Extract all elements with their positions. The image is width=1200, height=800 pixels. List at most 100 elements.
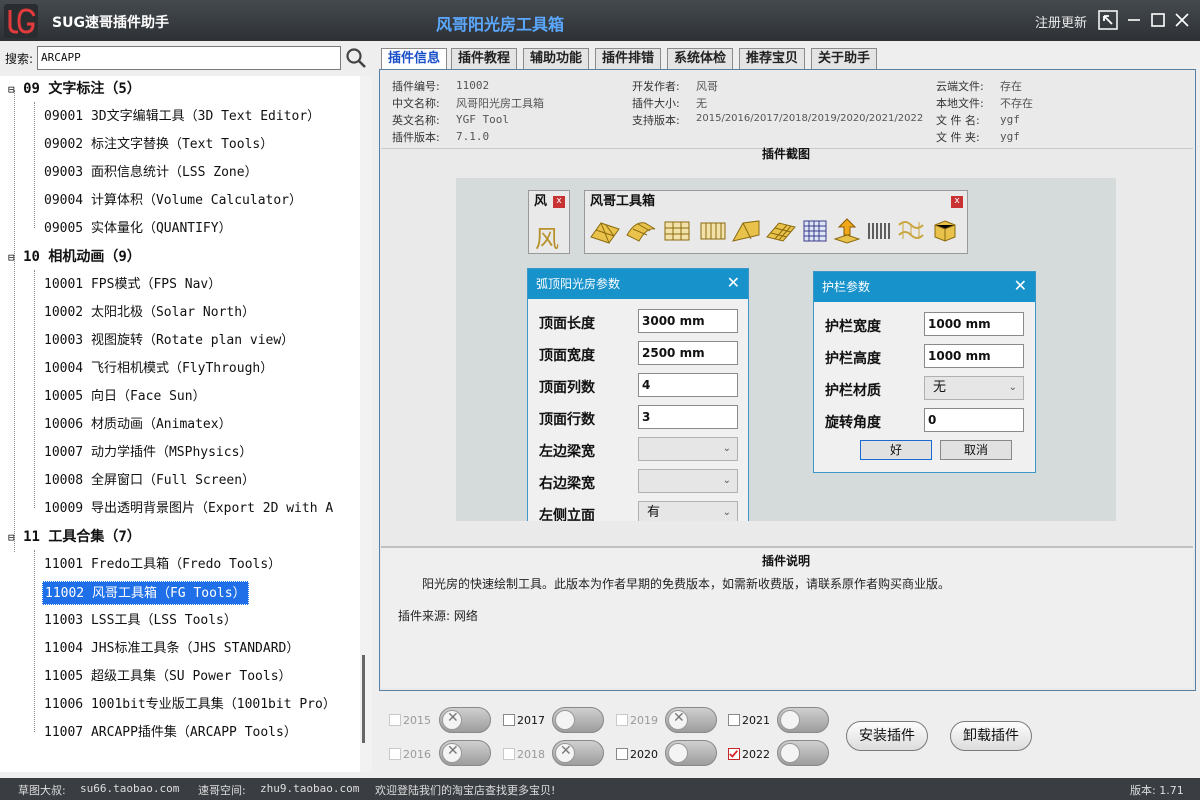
- tree-item-10006[interactable]: 10006 材质动画（Animatex）: [44, 413, 232, 437]
- info-value: ygf: [1000, 113, 1020, 126]
- status-bar: 草图大叔: su66.taobao.com 速哥空间: zhu9.taobao.…: [0, 778, 1200, 800]
- panel-array-icon: [766, 222, 796, 242]
- version-label-2015: 2015: [403, 714, 431, 727]
- maximize-icon[interactable]: [1148, 10, 1168, 30]
- tree-item-10007[interactable]: 10007 动力学插件（MSPhysics）: [44, 441, 252, 465]
- toggle-2016[interactable]: ✕: [439, 740, 491, 766]
- cancel-button: 取消: [940, 440, 1012, 460]
- top-width-input: 2500 mm: [638, 341, 738, 365]
- version-label-2021: 2021: [742, 714, 770, 727]
- railing-width-input: 1000 mm: [924, 312, 1024, 336]
- tab-tutorial[interactable]: 插件教程: [451, 48, 518, 70]
- tree-item-10002[interactable]: 10002 太阳北极（Solar North）: [44, 301, 255, 325]
- rotation-input: 0: [924, 408, 1024, 432]
- ok-button: 好: [860, 440, 932, 460]
- tree-item-10005[interactable]: 10005 向日（Face Sun）: [44, 385, 206, 409]
- search-input[interactable]: ARCAPP: [37, 46, 341, 70]
- close-icon[interactable]: [1172, 10, 1192, 30]
- tab-system-check[interactable]: 系统体检: [667, 48, 734, 70]
- screenshot-title: 插件截图: [762, 147, 811, 161]
- tree-group-11[interactable]: ⊟ 11 工具合集（7）: [8, 525, 141, 549]
- tree-line: [34, 270, 35, 508]
- tree-item-10004[interactable]: 10004 飞行相机模式（FlyThrough）: [44, 357, 273, 381]
- tree-item-11007[interactable]: 11007 ARCAPP插件集（ARCAPP Tools）: [44, 721, 297, 745]
- version-label-2020: 2020: [630, 748, 658, 761]
- roof-grid-icon: [590, 222, 620, 244]
- checkbox-2019[interactable]: [616, 714, 628, 726]
- toggle-2019[interactable]: ✕: [665, 707, 717, 733]
- tree-item-09003[interactable]: 09003 面积信息统计（LSS Zone）: [44, 161, 258, 185]
- dialog-close-icon: ✕: [1013, 276, 1027, 295]
- tree-item-11006[interactable]: 11006 1001bit专业版工具集（1001bit Pro）: [44, 693, 336, 717]
- tab-aux[interactable]: 辅助功能: [523, 48, 590, 70]
- field-label: 左侧立面: [539, 508, 595, 521]
- field-label: 右边梁宽: [539, 476, 595, 492]
- plugin-title: 风哥阳光房工具箱: [436, 15, 565, 34]
- tree-item-09004[interactable]: 09004 计算体积（Volume Calculator）: [44, 189, 302, 213]
- plugin-tree[interactable]: ⊟ 09 文字标注（5） 09001 3D文字编辑工具（3D Text Edit…: [0, 76, 360, 772]
- fg-toolbar-title: 风哥工具箱: [590, 194, 656, 209]
- checkbox-2016[interactable]: [389, 748, 401, 760]
- status-uncle-url[interactable]: su66.taobao.com: [80, 782, 179, 795]
- tab-troubleshoot[interactable]: 插件排错: [595, 48, 662, 70]
- toggle-2022[interactable]: [777, 740, 829, 766]
- tree-item-10001[interactable]: 10001 FPS模式（FPS Nav）: [44, 273, 221, 297]
- info-key: 文 件 名:: [936, 114, 980, 127]
- checkbox-2020[interactable]: [616, 748, 628, 760]
- railing-height-input: 1000 mm: [924, 344, 1024, 368]
- tree-item-11005[interactable]: 11005 超级工具集（SU Power Tools）: [44, 665, 292, 689]
- fg-toolbar: 风哥工具箱 x: [584, 190, 968, 254]
- checkbox-2017[interactable]: [503, 714, 515, 726]
- tree-item-09001[interactable]: 09001 3D文字编辑工具（3D Text Editor）: [44, 105, 320, 129]
- info-key: 中文名称:: [392, 97, 440, 110]
- minimize-icon[interactable]: [1124, 10, 1144, 30]
- uninstall-button[interactable]: 卸载插件: [950, 721, 1032, 751]
- checkbox-2022-checked[interactable]: [728, 748, 740, 760]
- tab-plugin-info[interactable]: 插件信息: [381, 48, 448, 70]
- toggle-2018[interactable]: ✕: [552, 740, 604, 766]
- checkbox-2015[interactable]: [389, 714, 401, 726]
- checkbox-2018[interactable]: [503, 748, 515, 760]
- field-label: 左边梁宽: [539, 444, 595, 460]
- chevron-down-icon: ⌄: [722, 443, 731, 454]
- tree-item-09005[interactable]: 09005 实体量化（QUANTIFY）: [44, 217, 232, 241]
- toggle-2017[interactable]: [552, 707, 604, 733]
- checkbox-2021[interactable]: [728, 714, 740, 726]
- tree-group-09[interactable]: ⊟ 09 文字标注（5）: [8, 77, 141, 101]
- tree-item-11003[interactable]: 11003 LSS工具（LSS Tools）: [44, 609, 237, 633]
- tree-item-11004[interactable]: 11004 JHS标准工具条（JHS STANDARD）: [44, 637, 299, 661]
- tree-item-09002[interactable]: 09002 标注文字替换（Text Tools）: [44, 133, 273, 157]
- tree-item-10008[interactable]: 10008 全屏窗口（Full Screen）: [44, 469, 255, 493]
- tree-item-10009[interactable]: 10009 导出透明背景图片（Export 2D with A: [44, 497, 333, 521]
- info-value: 不存在: [1000, 97, 1033, 110]
- mesh-icon: [803, 220, 827, 242]
- toggle-2015[interactable]: ✕: [439, 707, 491, 733]
- toggle-2020[interactable]: [665, 740, 717, 766]
- info-key: 文 件 夹:: [936, 131, 980, 144]
- tree-item-10003[interactable]: 10003 视图旋转（Rotate plan view）: [44, 329, 294, 353]
- field-label: 护栏高度: [825, 351, 881, 367]
- tree-item-11002-selected[interactable]: 11002 风哥工具箱（FG Tools）: [42, 581, 249, 605]
- status-space-url[interactable]: zhu9.taobao.com: [260, 782, 359, 795]
- top-rows-input: 3: [638, 405, 738, 429]
- install-button[interactable]: 安装插件: [846, 721, 928, 751]
- restore-icon[interactable]: [1098, 10, 1118, 30]
- info-key: 开发作者:: [632, 80, 680, 93]
- title-bar: SUG速哥插件助手 风哥阳光房工具箱 注册更新: [0, 0, 1200, 41]
- register-update-link[interactable]: 注册更新: [1035, 12, 1087, 31]
- description-title: 插件说明: [762, 554, 811, 568]
- small-toolbar: 风 x 风: [528, 190, 570, 254]
- tab-recommend[interactable]: 推荐宝贝: [739, 48, 806, 70]
- toggle-2021[interactable]: [777, 707, 829, 733]
- cube-stack-icon: [934, 220, 956, 242]
- tree-item-11001[interactable]: 11001 Fredo工具箱（Fredo Tools）: [44, 553, 281, 577]
- tab-about[interactable]: 关于助手: [811, 48, 878, 70]
- lift-up-icon: [833, 218, 861, 244]
- app-logo-icon: [4, 4, 38, 38]
- railing-dialog-title: 护栏参数: [814, 272, 1035, 302]
- right-beam-select: ⌄: [638, 469, 738, 493]
- search-icon[interactable]: [345, 47, 367, 69]
- plugin-source: 插件来源: 网络: [398, 609, 478, 623]
- tree-group-10[interactable]: ⊟ 10 相机动画（9）: [8, 245, 141, 269]
- tree-scroll-thumb[interactable]: [362, 655, 365, 743]
